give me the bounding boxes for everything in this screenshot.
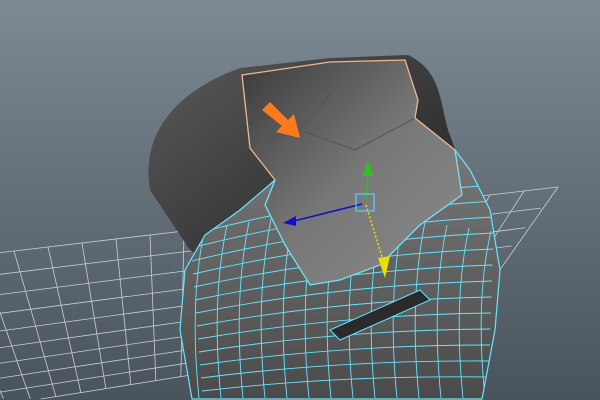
3d-viewport[interactable] (0, 0, 600, 400)
viewport-canvas[interactable] (0, 0, 600, 400)
